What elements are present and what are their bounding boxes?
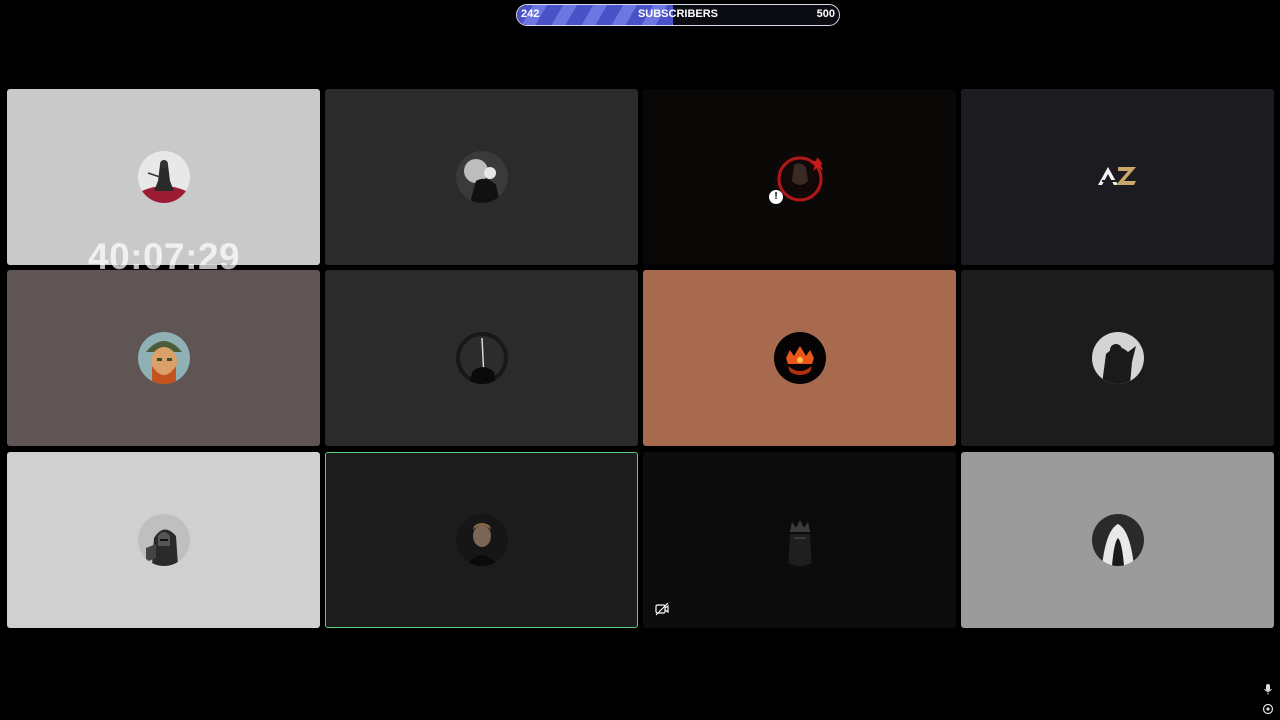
- az-logo: [1087, 151, 1148, 203]
- van-gogh-portrait-avatar: [137, 332, 190, 384]
- man-portrait-avatar: [455, 514, 508, 566]
- participant-tile[interactable]: [961, 270, 1274, 446]
- goal-target-count: 500: [816, 8, 835, 20]
- white-hair-figure-avatar: [1091, 514, 1144, 566]
- participant-tile[interactable]: [961, 452, 1274, 628]
- dark-silhouette-avatar: [455, 332, 508, 384]
- participant-tile[interactable]: [643, 452, 956, 628]
- grayscale-figure-avatar: [455, 151, 508, 203]
- settings-icon[interactable]: [1262, 703, 1274, 715]
- shadow-figure-avatar: [1091, 332, 1144, 384]
- samurai-ink-avatar: [137, 151, 190, 203]
- participant-tile[interactable]: [325, 270, 638, 446]
- stream-uptime-timer: 40:07:29: [88, 236, 241, 277]
- armored-knight-avatar: [137, 514, 190, 566]
- microphone-icon[interactable]: [1262, 683, 1274, 695]
- dark-king-avatar: [773, 514, 826, 566]
- video-off-icon: [655, 602, 669, 616]
- subscriber-goal-bar: 242 SUBSCRIBERS 500: [516, 4, 840, 26]
- participant-tile[interactable]: !: [643, 89, 956, 265]
- fire-crown-avatar: [773, 332, 826, 384]
- goal-label: SUBSCRIBERS: [637, 8, 719, 20]
- participant-tile-speaking[interactable]: [325, 452, 638, 628]
- stream-overlay: 242 SUBSCRIBERS 500 ! 40:07:29: [0, 0, 1280, 720]
- participant-tile[interactable]: [325, 89, 638, 265]
- participant-tile[interactable]: [7, 270, 320, 446]
- alert-badge-icon: !: [769, 190, 783, 204]
- participant-tile[interactable]: [7, 452, 320, 628]
- participant-tile[interactable]: [961, 89, 1274, 265]
- participant-tile[interactable]: [643, 270, 956, 446]
